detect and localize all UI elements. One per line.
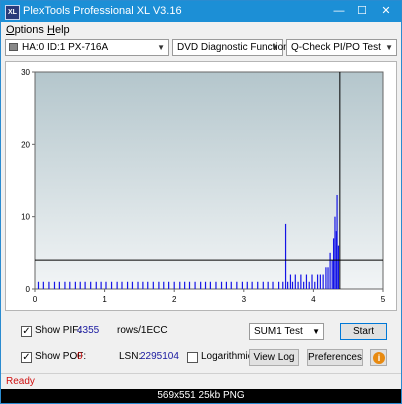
chevron-down-icon: ▼ xyxy=(157,43,165,52)
chevron-down-icon: ▼ xyxy=(271,43,279,52)
info-icon: i xyxy=(373,352,385,364)
menu-help[interactable]: Help xyxy=(47,24,70,36)
x-tick-label: 5 xyxy=(381,295,386,304)
x-tick-label: 2 xyxy=(172,295,177,304)
y-tick-label: 10 xyxy=(21,213,30,222)
x-tick-label: 0 xyxy=(33,295,38,304)
show-pif-label: Show PIF: xyxy=(35,325,82,336)
menu-options-mnemonic: O xyxy=(6,24,15,36)
drive-select-value: HA:0 ID:1 PX-716A xyxy=(22,42,109,53)
chevron-down-icon: ▼ xyxy=(312,327,320,336)
lsn-label: LSN: xyxy=(119,351,142,362)
menu-help-label: elp xyxy=(54,24,70,36)
chevron-down-icon: ▼ xyxy=(385,43,393,52)
close-icon[interactable]: ✕ xyxy=(378,3,394,19)
pi-po-chart: 0 10 20 30 0 1 2 3 4 5 xyxy=(21,68,386,304)
show-pof-checkbox[interactable]: ✓ xyxy=(21,352,32,363)
plot-area xyxy=(34,71,384,290)
window-title: PlexTools Professional XL V3.16 xyxy=(23,5,182,17)
menu-bar: Options Help xyxy=(1,22,401,38)
x-tick-label: 1 xyxy=(102,295,107,304)
test-select-value: Q-Check PI/PO Test xyxy=(291,42,381,53)
preferences-button[interactable]: Preferences xyxy=(307,349,363,366)
test-select[interactable]: Q-Check PI/PO Test ▼ xyxy=(286,39,397,56)
view-log-button[interactable]: View Log xyxy=(249,349,299,366)
x-tick-label: 4 xyxy=(311,295,316,304)
start-button[interactable]: Start xyxy=(340,323,387,340)
show-pif-checkbox[interactable]: ✓ xyxy=(21,326,32,337)
sum-test-select-value: SUM1 Test xyxy=(254,326,303,337)
minimize-icon[interactable]: — xyxy=(331,3,347,19)
maximize-icon[interactable]: ☐ xyxy=(354,3,370,19)
title-bar[interactable]: XL PlexTools Professional XL V3.16 — ☐ ✕ xyxy=(1,1,401,22)
pof-value: 0 xyxy=(77,351,83,362)
info-button[interactable]: i xyxy=(370,349,387,366)
status-bar: Ready xyxy=(1,373,401,390)
logarithmic-label: Logarithmic xyxy=(201,351,253,362)
x-tick-label: 3 xyxy=(242,295,247,304)
sum-test-select[interactable]: SUM1 Test ▼ xyxy=(249,323,324,340)
logarithmic-checkbox[interactable] xyxy=(187,352,198,363)
control-panel: ✓ Show PIF: 4355 rows/1ECC SUM1 Test ▼ S… xyxy=(1,313,401,373)
function-select[interactable]: DVD Diagnostic Functions ▼ xyxy=(172,39,294,56)
main-window: XL PlexTools Professional XL V3.16 — ☐ ✕… xyxy=(0,0,402,404)
status-text: Ready xyxy=(6,376,35,387)
pif-unit: rows/1ECC xyxy=(117,325,168,336)
menu-help-mnemonic: H xyxy=(47,24,55,36)
image-caption: 569x551 25kb PNG xyxy=(1,389,401,403)
menu-options[interactable]: Options xyxy=(6,24,44,36)
y-tick-label: 20 xyxy=(21,140,30,149)
chart-panel: 0 10 20 30 0 1 2 3 4 5 xyxy=(5,61,397,311)
menu-options-label: ptions xyxy=(14,24,44,36)
y-tick-label: 30 xyxy=(21,68,30,77)
drive-select[interactable]: HA:0 ID:1 PX-716A ▼ xyxy=(5,39,169,56)
lsn-value: 2295104 xyxy=(140,351,179,362)
drive-icon xyxy=(9,43,18,51)
app-logo-icon: XL xyxy=(5,5,20,20)
y-tick-label: 0 xyxy=(26,285,31,294)
pif-value: 4355 xyxy=(77,325,100,336)
